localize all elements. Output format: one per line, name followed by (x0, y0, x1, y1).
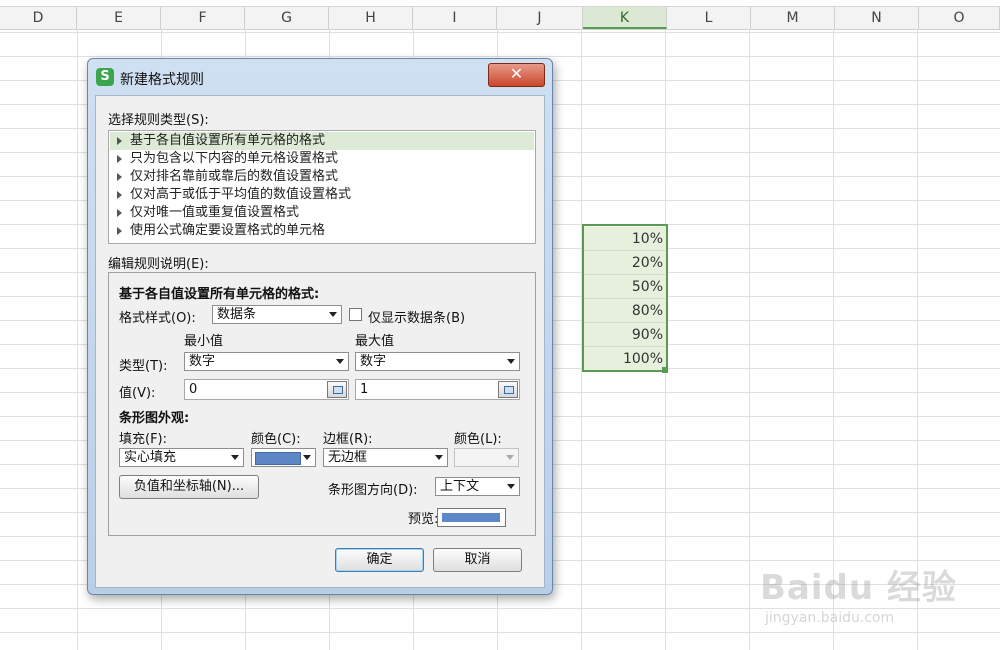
type-label: 类型(T): (119, 359, 168, 374)
chevron-down-icon (336, 359, 344, 364)
column-header-i[interactable]: I (413, 7, 497, 29)
min-type-select[interactable]: 数字 (184, 352, 349, 371)
bar-direction-value: 上下文 (440, 479, 480, 494)
column-header-row: D E F G H I J K L M N O (0, 6, 1000, 30)
rule-type-item[interactable]: 使用公式确定要设置格式的单元格 (110, 222, 534, 240)
section-title: 基于各自值设置所有单元格的格式: (119, 287, 320, 302)
chevron-down-icon (435, 455, 443, 460)
chevron-down-icon (231, 455, 239, 460)
watermark-brand: Baidu 经验 (760, 568, 957, 608)
column-header-g[interactable]: G (245, 7, 329, 29)
rule-type-label: 基于各自值设置所有单元格的格式 (130, 133, 326, 148)
column-header-l[interactable]: L (667, 7, 751, 29)
rule-type-list: 基于各自值设置所有单元格的格式 只为包含以下内容的单元格设置格式 仅对排名靠前或… (108, 130, 536, 244)
format-style-value: 数据条 (217, 307, 257, 322)
bar-preview (437, 508, 506, 527)
chevron-down-icon (303, 455, 311, 460)
fill-label: 填充(F): (119, 432, 168, 447)
bar-direction-select[interactable]: 上下文 (435, 477, 520, 496)
column-header-m[interactable]: M (751, 7, 835, 29)
triangle-right-icon (117, 191, 122, 199)
column-header-e[interactable]: E (77, 7, 161, 29)
value-label: 值(V): (119, 386, 156, 401)
triangle-right-icon (117, 173, 122, 181)
column-header-n[interactable]: N (835, 7, 919, 29)
rule-type-label: 仅对排名靠前或靠后的数值设置格式 (130, 169, 339, 184)
rule-type-item[interactable]: 仅对高于或低于平均值的数值设置格式 (110, 186, 534, 204)
ok-button[interactable]: 确定 (335, 548, 424, 572)
fill-color-label: 颜色(C): (251, 432, 301, 447)
min-value-header: 最小值 (184, 334, 224, 349)
chevron-down-icon (329, 312, 337, 317)
border-label: 边框(R): (323, 432, 373, 447)
cell-k-value[interactable]: 20% (583, 251, 667, 275)
rule-type-label: 仅对唯一值或重复值设置格式 (130, 205, 300, 220)
cell-k-value[interactable]: 10% (583, 227, 667, 251)
range-picker-icon[interactable] (327, 381, 347, 398)
rule-type-label: 使用公式确定要设置格式的单元格 (130, 223, 326, 238)
bar-appearance-label: 条形图外观: (119, 411, 190, 426)
wps-app-icon: S (96, 68, 114, 86)
preview-label: 预览: (408, 512, 439, 527)
dialog-title: 新建格式规则 (120, 72, 204, 88)
column-header-d[interactable]: D (0, 7, 77, 29)
watermark-url: jingyan.baidu.com (765, 610, 895, 626)
cell-k-value[interactable]: 100% (583, 347, 667, 371)
max-value-header: 最大值 (355, 334, 395, 349)
max-value-input[interactable]: 1 (355, 379, 520, 400)
triangle-right-icon (117, 137, 122, 145)
chevron-down-icon (507, 359, 515, 364)
show-bar-only-label: 仅显示数据条(B) (368, 311, 466, 326)
close-button[interactable]: ✕ (488, 63, 545, 87)
fill-type-select[interactable]: 实心填充 (119, 448, 244, 467)
max-type-value: 数字 (360, 354, 387, 369)
format-style-select[interactable]: 数据条 (212, 305, 342, 324)
rule-type-item[interactable]: 仅对唯一值或重复值设置格式 (110, 204, 534, 222)
rule-type-item[interactable]: 只为包含以下内容的单元格设置格式 (110, 150, 534, 168)
fill-handle[interactable] (662, 367, 668, 373)
fill-color-swatch (255, 452, 301, 465)
border-color-label: 颜色(L): (454, 432, 502, 447)
select-rule-type-label: 选择规则类型(S): (108, 113, 209, 128)
border-type-select[interactable]: 无边框 (323, 448, 448, 467)
bar-direction-label: 条形图方向(D): (328, 483, 418, 498)
triangle-right-icon (117, 209, 122, 217)
triangle-right-icon (117, 227, 122, 235)
min-value-input[interactable]: 0 (184, 379, 349, 400)
min-value-text: 0 (189, 382, 198, 397)
range-picker-icon[interactable] (498, 381, 518, 398)
rule-type-item[interactable]: 基于各自值设置所有单元格的格式 (110, 132, 534, 150)
rule-type-label: 只为包含以下内容的单元格设置格式 (130, 151, 339, 166)
fill-type-value: 实心填充 (124, 450, 177, 465)
column-header-f[interactable]: F (161, 7, 245, 29)
triangle-right-icon (117, 155, 122, 163)
edit-rule-label: 编辑规则说明(E): (108, 257, 209, 272)
preview-bar-fill (442, 513, 500, 522)
min-type-value: 数字 (189, 354, 216, 369)
negative-axis-button[interactable]: 负值和坐标轴(N)... (119, 475, 259, 499)
cell-k-value[interactable]: 80% (583, 299, 667, 323)
cell-k-value[interactable]: 90% (583, 323, 667, 347)
format-style-label: 格式样式(O): (119, 311, 196, 326)
chevron-down-icon (506, 455, 514, 460)
max-value-text: 1 (360, 382, 369, 397)
column-header-j[interactable]: J (497, 7, 583, 29)
cancel-button[interactable]: 取消 (433, 548, 522, 572)
dialog-titlebar[interactable]: S 新建格式规则 ✕ (88, 59, 552, 95)
new-format-rule-dialog: S 新建格式规则 ✕ 选择规则类型(S): 基于各自值设置所有单元格的格式 只为… (87, 58, 553, 595)
column-header-o[interactable]: O (919, 7, 1000, 29)
cell-k-value[interactable]: 50% (583, 275, 667, 299)
column-header-k[interactable]: K (583, 7, 667, 29)
max-type-select[interactable]: 数字 (355, 352, 520, 371)
rule-description-group: 基于各自值设置所有单元格的格式: 格式样式(O): 数据条 仅显示数据条(B) … (108, 272, 536, 536)
chevron-down-icon (507, 484, 515, 489)
fill-color-picker[interactable] (251, 448, 316, 467)
border-type-value: 无边框 (328, 450, 368, 465)
rule-type-label: 仅对高于或低于平均值的数值设置格式 (130, 187, 352, 202)
rule-type-item[interactable]: 仅对排名靠前或靠后的数值设置格式 (110, 168, 534, 186)
dialog-body: 选择规则类型(S): 基于各自值设置所有单元格的格式 只为包含以下内容的单元格设… (95, 95, 545, 588)
border-color-picker[interactable] (454, 448, 519, 467)
column-header-h[interactable]: H (329, 7, 413, 29)
show-bar-only-checkbox[interactable] (349, 308, 362, 321)
